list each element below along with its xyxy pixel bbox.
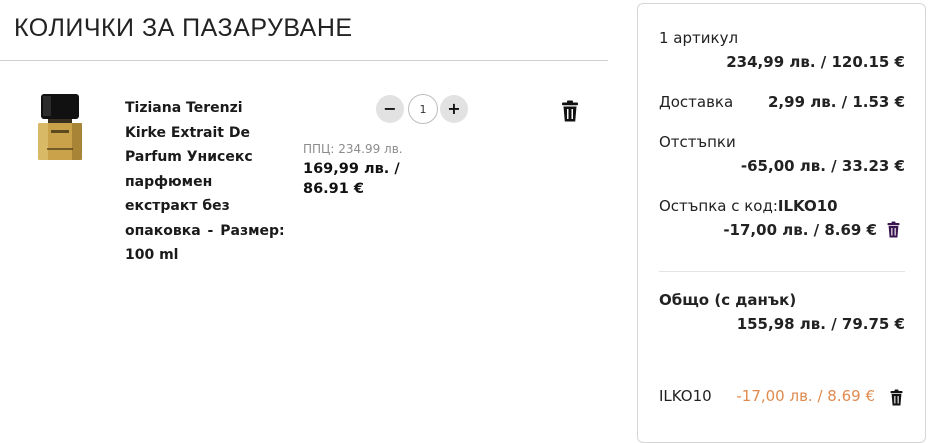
total-label: Общо (с данък) bbox=[659, 291, 797, 309]
discounts-value: -65,00 лв. / 33.23 € bbox=[740, 157, 905, 175]
item-price: 169,99 лв. / 86.91 € bbox=[303, 161, 400, 197]
increase-quantity-button[interactable]: + bbox=[440, 95, 468, 123]
quantity-input[interactable] bbox=[408, 94, 438, 124]
coupon-code: ILKO10 bbox=[777, 197, 838, 215]
remove-coupon-icon[interactable] bbox=[887, 221, 900, 238]
applied-promo-discount: -17,00 лв. / 8.69 € bbox=[736, 387, 875, 405]
delivery-value: 2,99 лв. / 1.53 € bbox=[768, 93, 905, 111]
name-separator: - bbox=[207, 222, 214, 239]
product-name[interactable]: Tiziana Terenzi Kirke Extrait De Parfum … bbox=[125, 96, 285, 268]
items-count: 1 артикул bbox=[659, 29, 739, 47]
size-label: Размер: bbox=[220, 222, 285, 239]
coupon-label: Остъпка с код: bbox=[659, 197, 778, 215]
summary-divider bbox=[659, 271, 905, 272]
applied-promo-code: ILKO10 bbox=[659, 387, 712, 405]
delivery-label: Доставка bbox=[659, 93, 734, 111]
product-title[interactable]: Tiziana Terenzi Kirke Extrait De Parfum … bbox=[125, 100, 253, 239]
order-summary: 1 артикул 234,99 лв. / 120.15 € Доставка… bbox=[637, 3, 926, 443]
product-image[interactable] bbox=[33, 92, 87, 162]
title-divider bbox=[0, 60, 608, 61]
recommended-retail-price: ППЦ: 234.99 лв. bbox=[303, 142, 403, 156]
page-title: КОЛИЧКИ ЗА ПАЗАРУВАНЕ bbox=[14, 14, 353, 42]
size-value: 100 ml bbox=[125, 247, 179, 263]
total-value: 155,98 лв. / 79.75 € bbox=[736, 315, 905, 333]
discounts-label: Отстъпки bbox=[659, 133, 736, 151]
trash-icon[interactable] bbox=[561, 100, 579, 122]
coupon-discount-value: -17,00 лв. / 8.69 € bbox=[723, 221, 877, 239]
coupon-row: Остъпка с код:ILKO10 bbox=[659, 197, 838, 215]
items-subtotal: 234,99 лв. / 120.15 € bbox=[726, 53, 905, 71]
remove-promo-icon[interactable] bbox=[890, 389, 903, 406]
decrease-quantity-button[interactable]: − bbox=[376, 95, 404, 123]
